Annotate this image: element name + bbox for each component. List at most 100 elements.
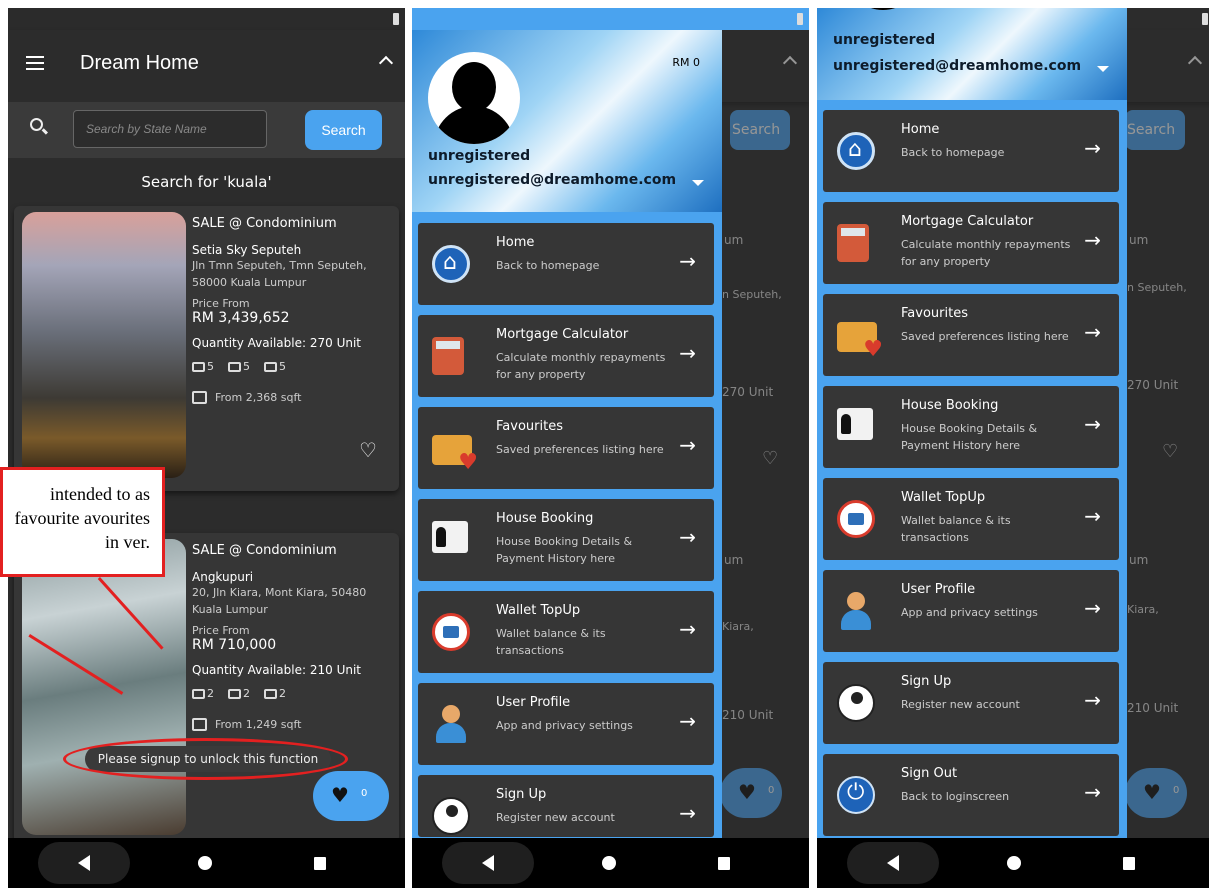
search-icon [30, 118, 43, 131]
bed-icon [192, 689, 205, 699]
arrow-right-icon: → [1084, 136, 1101, 160]
item-subtitle: Saved preferences listing here [901, 330, 1069, 343]
android-nav-bar [817, 838, 1209, 888]
item-subtitle: Back to homepage [496, 259, 600, 272]
menu-icon[interactable] [26, 56, 44, 70]
listing-address: 20, Jln Kiara, Mont Kiara, 50480 Kuala L… [192, 586, 367, 616]
drawer-item-favourites[interactable]: Favourites Saved preferences listing here… [823, 294, 1119, 376]
arrow-right-icon: → [1084, 320, 1101, 344]
item-title: Favourites [496, 419, 563, 434]
favourites-fab: ♥ 0 [1125, 768, 1187, 818]
item-subtitle: Calculate monthly repayments for any pro… [901, 238, 1071, 268]
heart-icon: ♥ [1143, 780, 1161, 804]
chevron-down-icon[interactable] [1097, 66, 1109, 72]
status-bar [8, 8, 405, 30]
recents-icon[interactable] [1123, 857, 1135, 870]
arrow-right-icon: → [679, 433, 696, 457]
item-title: House Booking [901, 398, 999, 413]
drawer-item-sign-up[interactable]: Sign Up Register new account → [418, 775, 714, 837]
folder-heart-icon [837, 322, 883, 362]
search-input[interactable] [73, 110, 267, 148]
heart-outline-icon[interactable]: ♡ [359, 438, 377, 462]
drawer-item-wallet-topup[interactable]: Wallet TopUp Wallet balance & its transac… [823, 478, 1119, 560]
listing-type: SALE @ Condominium [192, 543, 337, 558]
recents-icon[interactable] [314, 857, 326, 870]
bed-icon [192, 362, 205, 372]
drawer-item-user-profile[interactable]: User Profile App and privacy settings → [823, 570, 1119, 652]
drawer-item-sign-out[interactable]: Sign Out Back to loginscreen → [823, 754, 1119, 836]
chevron-up-icon[interactable] [378, 55, 394, 71]
listing-name: Setia Sky Seputeh [192, 243, 302, 257]
drawer-item-sign-up[interactable]: Sign Up Register new account → [823, 662, 1119, 744]
back-icon[interactable] [482, 855, 494, 871]
listing-card[interactable]: SALE @ Condominium Setia Sky Seputeh Jln… [14, 206, 399, 491]
user-name: unregistered [833, 32, 936, 48]
item-subtitle: House Booking Details & Payment History … [901, 422, 1038, 452]
drawer-item-mortgage-calculator[interactable]: Mortgage Calculator Calculate monthly rep… [418, 315, 714, 397]
item-subtitle: App and privacy settings [901, 606, 1038, 619]
drawer-item-house-booking[interactable]: House Booking House Booking Details & Pay… [418, 499, 714, 581]
wallet-icon [837, 500, 875, 538]
item-subtitle: Calculate monthly repayments for any pro… [496, 351, 666, 381]
listing-address: Jln Tmn Seputeh, Tmn Seputeh, 58000 Kual… [192, 259, 367, 289]
drawer-item-mortgage-calculator[interactable]: Mortgage Calculator Calculate monthly rep… [823, 202, 1119, 284]
app-bar [1117, 30, 1209, 102]
folder-heart-icon [432, 435, 478, 475]
area-icon [192, 391, 207, 404]
phone-search-results: Dream Home Search Search for 'kuala' SAL… [8, 8, 405, 888]
listing-type: SALE @ Condominium [192, 216, 337, 231]
avatar-icon [428, 52, 520, 144]
listing-quantity: 270 Unit [722, 385, 774, 399]
drawer-item-home[interactable]: Home Back to homepage → [823, 110, 1119, 192]
item-subtitle: Back to homepage [901, 146, 1005, 159]
home-circle-icon[interactable] [1007, 856, 1021, 870]
drawer-item-wallet-topup[interactable]: Wallet TopUp Wallet balance & its transac… [418, 591, 714, 673]
bedroom-count: 5 [207, 360, 214, 373]
parking-count: 2 [279, 687, 286, 700]
search-heading: Search for 'kuala' [141, 173, 272, 191]
search-button[interactable]: Search [305, 110, 382, 150]
app-bar: Dream Home [8, 30, 405, 102]
arrow-right-icon: → [679, 801, 696, 825]
annotation-callout: intended to as favourite avourites in ve… [0, 467, 165, 577]
bath-feature: 5 [228, 360, 250, 373]
parking-count: 5 [279, 360, 286, 373]
wallet-balance: RM 0 [672, 56, 700, 69]
drawer-item-house-booking[interactable]: House Booking House Booking Details & Pay… [823, 386, 1119, 468]
listing-quantity: 210 Unit [1127, 701, 1179, 715]
listing-address: n Seputeh, [1127, 281, 1187, 294]
android-nav-bar [8, 838, 405, 888]
user-icon [432, 705, 470, 743]
drawer-item-home[interactable]: Home Back to homepage → [418, 223, 714, 305]
item-title: Sign Up [496, 787, 547, 802]
bath-icon [228, 689, 241, 699]
listing-address: Kiara, [722, 620, 754, 633]
arrow-right-icon: → [1084, 780, 1101, 804]
arrow-right-icon: → [679, 525, 696, 549]
favourites-fab[interactable]: ♥ 0 [313, 771, 389, 821]
callout-text: intended to as favourite avourites in ve… [14, 484, 150, 552]
arrow-right-icon: → [1084, 504, 1101, 528]
user-email: unregistered@dreamhome.com [833, 58, 1082, 74]
home-circle-icon[interactable] [602, 856, 616, 870]
back-icon[interactable] [887, 855, 899, 871]
calculator-icon [432, 337, 464, 375]
search-bar: Search [8, 102, 405, 158]
chevron-down-icon[interactable] [692, 180, 704, 186]
listing-type: um [1129, 233, 1149, 247]
item-subtitle: Wallet balance & its transactions [496, 627, 606, 657]
item-title: User Profile [496, 695, 571, 710]
home-circle-icon[interactable] [198, 856, 212, 870]
back-icon[interactable] [78, 855, 90, 871]
listing-quantity: Quantity Available: 270 Unit [192, 336, 361, 350]
recents-icon[interactable] [718, 857, 730, 870]
android-nav-bar [412, 838, 809, 888]
bath-count: 2 [243, 687, 250, 700]
listing-type: um [1129, 553, 1149, 567]
bedroom-feature: 2 [192, 687, 214, 700]
drawer-item-user-profile[interactable]: User Profile App and privacy settings → [418, 683, 714, 765]
property-image [22, 212, 186, 478]
drawer-item-favourites[interactable]: Favourites Saved preferences listing here… [418, 407, 714, 489]
user-email: unregistered@dreamhome.com [428, 172, 677, 188]
listing-price: RM 710,000 [192, 637, 277, 653]
